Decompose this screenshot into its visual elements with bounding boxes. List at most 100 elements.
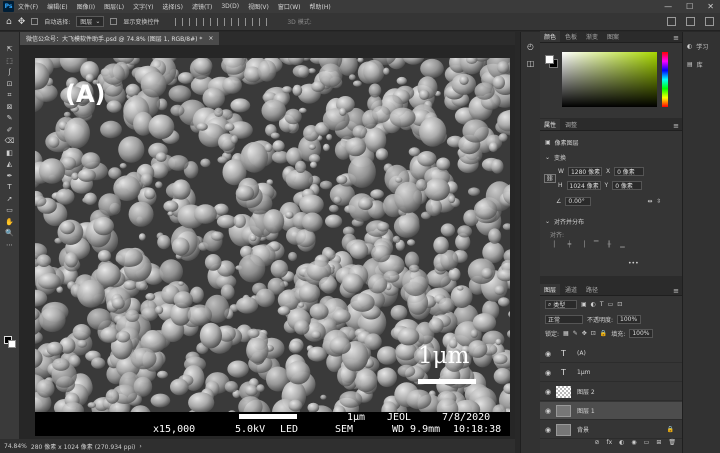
flip-horizontal-icon[interactable]: ⇹ [647,198,652,205]
lock-transparency-icon[interactable]: ▦ [563,330,569,337]
status-arrow-icon[interactable]: › [139,443,141,450]
menu-window[interactable]: 窗口(W) [278,2,301,11]
layer-filter-dropdown[interactable]: ⌕ 类型 [545,300,577,309]
align-vcenter-icon[interactable]: ╫ [608,241,612,248]
object-select-tool-icon[interactable]: ⊡ [0,79,20,91]
show-transform-checkbox[interactable] [110,18,118,25]
lock-artboard-icon[interactable]: ⊡ [591,330,596,337]
blend-mode-dropdown[interactable]: 正常 [545,315,583,324]
x-field[interactable]: 0 像素 [614,167,645,176]
path-select-tool-icon[interactable]: ➚ [0,194,20,206]
learn-item[interactable]: ◐ 学习 [687,42,708,51]
color-field[interactable] [562,52,657,107]
layer-row[interactable]: ◉ T (A) [540,345,682,363]
more-tools-icon[interactable]: ⋯ [0,240,20,252]
tab-adjustments[interactable]: 调整 [561,119,581,130]
healing-brush-tool-icon[interactable]: ✐ [0,125,20,137]
search-icon[interactable] [667,17,676,26]
align-bottom-icon[interactable] [245,17,254,26]
align-right-icon[interactable]: ▕ [580,241,585,248]
menu-image[interactable]: 图像(I) [77,2,95,11]
panel-menu-icon[interactable]: ≡ [673,287,679,295]
menu-help[interactable]: 帮助(H) [310,2,331,11]
filter-pixel-icon[interactable]: ▣ [581,301,587,308]
auto-select-checkbox[interactable] [31,18,39,25]
y-field[interactable]: 0 像素 [612,181,643,190]
menu-3d[interactable]: 3D(D) [221,3,239,10]
sem-image[interactable]: (A) 1μm 1μm JEOL 7/8/2020 x15,000 5.0kV … [35,58,510,436]
move-tool-icon[interactable]: ✥ [18,17,26,27]
zoom-level[interactable]: 74.84% [4,443,27,450]
document-tab[interactable]: 微信公众号：大飞模软件助手.psd @ 74.8% (图层 1, RGB/8#)… [20,32,220,45]
align-middle-icon[interactable] [231,17,240,26]
lock-position-icon[interactable]: ✥ [582,330,587,337]
menu-view[interactable]: 视图(V) [248,2,269,11]
align-bottom-icon[interactable]: ▁ [620,241,625,248]
link-layers-icon[interactable]: ⊘ [594,439,599,446]
layer-row[interactable]: ◉ T 1μm [540,364,682,382]
width-field[interactable]: 1280 像素 [567,167,602,176]
minimize-button[interactable]: — [664,2,672,11]
share-icon[interactable] [705,17,714,26]
align-hcenter-icon[interactable]: ╪ [568,241,572,248]
align-center-icon[interactable] [189,17,198,26]
move-tool-icon[interactable]: ⇱ [0,44,20,56]
menu-edit[interactable]: 编辑(E) [47,2,67,11]
align-top-icon[interactable] [217,17,226,26]
distribute-icon[interactable] [259,17,268,26]
background-color-swatch[interactable] [8,340,16,348]
marquee-tool-icon[interactable]: ⬚ [0,56,20,68]
align-left-icon[interactable]: ▏ [554,241,559,248]
menu-file[interactable]: 文件(F) [18,2,38,11]
close-button[interactable]: ✕ [707,2,714,11]
visibility-eye-icon[interactable]: ◉ [540,369,556,377]
workspace-icon[interactable] [686,17,695,26]
align-left-icon[interactable] [175,17,184,26]
pen-tool-icon[interactable]: ✒ [0,171,20,183]
tab-paths[interactable]: 路径 [582,284,602,295]
mask-icon[interactable]: ◐ [619,439,624,446]
menu-layer[interactable]: 图层(L) [104,2,124,11]
history-icon[interactable]: ◴ [527,42,534,51]
eraser-tool-icon[interactable]: ⌫ [0,136,20,148]
delete-icon[interactable]: 🗑 [668,439,676,446]
filter-type-icon[interactable]: T [600,301,604,308]
layer-row[interactable]: ◉ 图层 2 [540,383,682,401]
panel-menu-icon[interactable]: ≡ [673,122,679,130]
lock-image-icon[interactable]: ✎ [573,330,578,337]
frame-tool-icon[interactable]: ⊠ [0,102,20,114]
gradient-tool-icon[interactable]: ◧ [0,148,20,160]
hand-tool-icon[interactable]: ✋ [0,217,20,229]
lock-all-icon[interactable]: 🔒 [600,330,607,337]
opacity-field[interactable]: 100% [617,315,642,324]
tab-channels[interactable]: 通道 [561,284,581,295]
visibility-eye-icon[interactable]: ◉ [540,350,556,358]
visibility-eye-icon[interactable]: ◉ [540,426,556,434]
dodge-tool-icon[interactable]: ◭ [0,159,20,171]
auto-select-dropdown[interactable]: 图层 ⌄ [76,16,105,27]
visibility-eye-icon[interactable]: ◉ [540,388,556,396]
lasso-tool-icon[interactable]: ʃ [0,67,20,79]
group-icon[interactable]: ▭ [644,439,650,446]
rectangle-tool-icon[interactable]: ▭ [0,205,20,217]
link-icon[interactable]: ⛓ [544,174,556,183]
angle-field[interactable]: 0.00° [565,197,592,206]
menu-select[interactable]: 选择(S) [162,2,183,11]
align-right-icon[interactable] [203,17,212,26]
tab-patterns[interactable]: 图案 [603,31,623,42]
canvas-area[interactable]: (A) 1μm 1μm JEOL 7/8/2020 x15,000 5.0kV … [20,45,515,439]
panel-menu-icon[interactable]: ≡ [673,34,679,42]
height-field[interactable]: 1024 像素 [566,181,601,190]
home-icon[interactable]: ⌂ [6,17,12,27]
tab-swatches[interactable]: 色板 [561,31,581,42]
filter-shape-icon[interactable]: ▭ [608,301,614,308]
visibility-eye-icon[interactable]: ◉ [540,407,556,415]
chevron-down-icon[interactable]: ⌄ [545,218,550,225]
crop-tool-icon[interactable]: ⌗ [0,90,20,102]
close-tab-icon[interactable]: × [208,35,213,42]
more-options-icon[interactable]: ••• [628,260,639,267]
filter-smart-icon[interactable]: ⊡ [617,301,622,308]
adjust-icon[interactable]: ◫ [527,59,535,68]
tab-properties[interactable]: 属性 [540,119,561,130]
eyedropper-tool-icon[interactable]: ✎ [0,113,20,125]
